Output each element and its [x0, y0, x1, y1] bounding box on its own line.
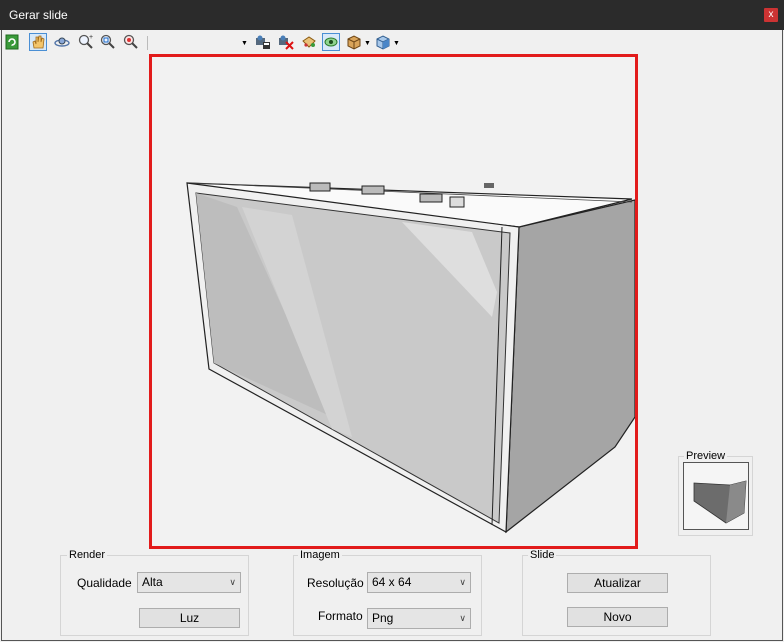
render-group-label: Render	[67, 549, 108, 561]
quality-value: Alta	[142, 575, 163, 589]
close-button[interactable]: x	[764, 8, 778, 22]
chevron-down-icon: ∨	[229, 577, 236, 587]
slide-group-label: Slide	[528, 549, 557, 561]
paint-bucket-icon[interactable]	[300, 33, 318, 51]
chevron-down-icon: ∨	[459, 577, 466, 587]
window-title: Gerar slide	[9, 8, 68, 22]
resolution-value: 64 x 64	[372, 575, 412, 589]
zoom-extents-icon[interactable]	[99, 33, 117, 51]
refresh-icon[interactable]	[3, 33, 21, 51]
dropdown-arrow-icon[interactable]: ▼	[393, 40, 400, 47]
camera-save-icon[interactable]	[254, 33, 272, 51]
toolbar-separator	[147, 36, 148, 50]
model-viewport[interactable]	[149, 54, 638, 549]
quality-label: Qualidade	[77, 576, 132, 590]
title-bar: Gerar slide x	[0, 0, 784, 30]
cabinet-3d-model	[186, 182, 636, 534]
preview-label: Preview	[684, 450, 728, 462]
orbit-icon[interactable]	[53, 33, 71, 51]
new-button[interactable]: Novo	[567, 607, 668, 627]
format-label: Formato	[318, 609, 363, 623]
chevron-down-icon: ∨	[459, 613, 466, 623]
dropdown-arrow-icon[interactable]: ▼	[364, 40, 371, 47]
eye-view-icon[interactable]	[322, 33, 340, 51]
camera-delete-icon[interactable]	[277, 33, 295, 51]
resolution-label: Resolução	[307, 576, 364, 590]
zoom-in-icon[interactable]: +	[77, 33, 95, 51]
box-3d-icon[interactable]	[345, 33, 363, 51]
resolution-select[interactable]: 64 x 64 ∨	[367, 572, 471, 593]
zoom-window-icon[interactable]	[122, 33, 140, 51]
format-select[interactable]: Png ∨	[367, 608, 471, 629]
pan-hand-icon[interactable]	[29, 33, 47, 51]
svg-text:+: +	[89, 34, 93, 41]
light-button[interactable]: Luz	[139, 608, 240, 628]
quality-select[interactable]: Alta ∨	[137, 572, 241, 593]
dropdown-arrow-icon[interactable]: ▼	[241, 40, 248, 47]
image-group-label: Imagem	[298, 549, 342, 561]
update-button[interactable]: Atualizar	[567, 573, 668, 593]
preview-thumbnail	[693, 480, 747, 524]
format-value: Png	[372, 611, 394, 625]
view-cube-icon[interactable]	[374, 33, 392, 51]
preview-image	[683, 462, 749, 530]
